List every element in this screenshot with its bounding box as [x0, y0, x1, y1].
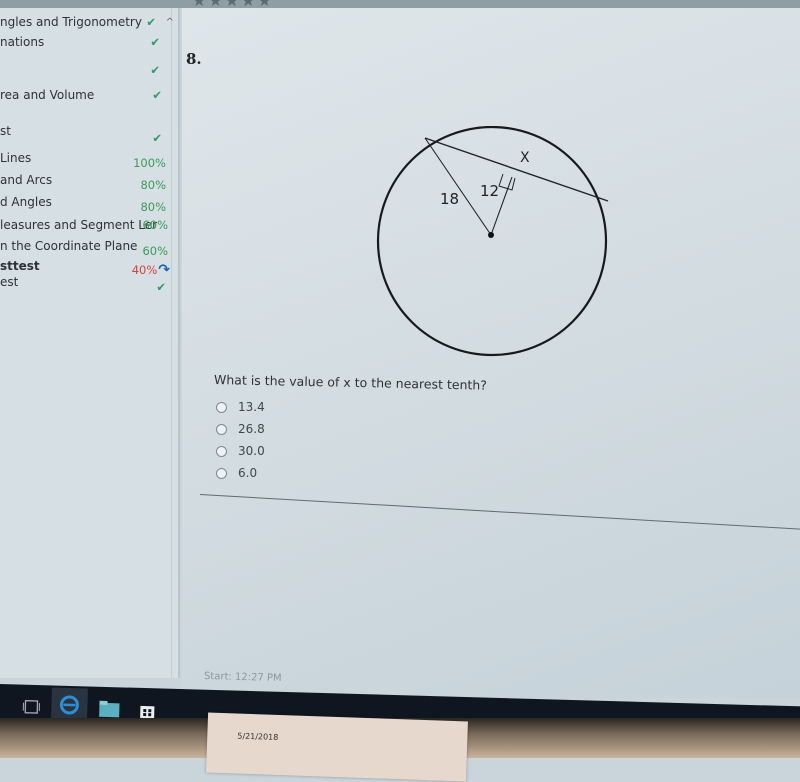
- sidebar-item[interactable]: and Arcs 80%: [0, 170, 178, 190]
- collapse-chevron-icon[interactable]: ^: [166, 17, 174, 28]
- sidebar-item[interactable]: est ✔: [0, 272, 178, 292]
- sidebar-item[interactable]: leasures and Segment Ler 60%: [0, 215, 178, 235]
- sidebar-item-label: sttest: [0, 259, 40, 273]
- answer-options: 13.4 26.8 30.0 6.0: [216, 396, 265, 484]
- sidebar-item-label: rea and Volume: [0, 88, 94, 102]
- sticky-note-date: 5/21/2018: [237, 732, 278, 742]
- course-sidebar: ngles and Trigonometry ✔ ^ nations ✔ ✔ r…: [0, 8, 180, 678]
- score-badge: 80%: [140, 200, 166, 214]
- sidebar-item-label: est: [0, 275, 18, 289]
- rating-stars: ★ ★ ★ ★ ★: [192, 0, 272, 8]
- answer-option-label: 6.0: [238, 466, 257, 480]
- score-badge: 80%: [140, 178, 166, 192]
- check-icon: ✔: [152, 88, 162, 102]
- check-icon: ✔: [152, 131, 162, 145]
- sidebar-item[interactable]: nations ✔: [0, 32, 178, 52]
- check-icon: ✔: [146, 15, 156, 29]
- sidebar-scrollbar[interactable]: [171, 8, 178, 678]
- answer-option[interactable]: 6.0: [216, 462, 265, 484]
- star-icon[interactable]: ★: [257, 0, 271, 8]
- sidebar-item-label: ngles and Trigonometry: [0, 15, 142, 29]
- sidebar-item[interactable]: ✔: [0, 60, 178, 80]
- star-icon[interactable]: ★: [225, 0, 239, 8]
- answer-option-label: 30.0: [238, 444, 265, 458]
- question-panel: 8. X 18 12 What is the value of x to the…: [182, 8, 800, 698]
- top-toolbar: ★ ★ ★ ★ ★: [0, 0, 800, 8]
- sidebar-item-label: d Angles: [0, 195, 52, 209]
- sidebar-item[interactable]: n the Coordinate Plane 60%: [0, 236, 178, 256]
- start-time: Start: 12:27 PM: [204, 671, 282, 684]
- sidebar-item-label: n the Coordinate Plane: [0, 239, 137, 253]
- circle-diagram: X 18 12: [372, 126, 612, 366]
- radio-button[interactable]: [216, 468, 227, 479]
- sidebar-item-status: ✔: [0, 128, 178, 148]
- section-divider: [200, 494, 800, 532]
- radio-button[interactable]: [216, 424, 227, 435]
- answer-option-label: 13.4: [238, 400, 265, 414]
- score-badge: 100%: [133, 156, 166, 170]
- label-x: X: [520, 150, 530, 166]
- question-prompt: What is the value of x to the nearest te…: [214, 372, 487, 393]
- check-icon: ✔: [150, 35, 160, 49]
- star-icon[interactable]: ★: [208, 0, 222, 8]
- star-icon[interactable]: ★: [241, 0, 255, 8]
- right-angle-marker: [499, 174, 515, 190]
- sidebar-item[interactable]: ngles and Trigonometry ✔ ^: [0, 12, 178, 32]
- sticky-note: 5/21/2018: [206, 712, 468, 781]
- answer-option[interactable]: 13.4: [216, 396, 265, 418]
- sidebar-item-label: and Arcs: [0, 173, 52, 187]
- check-icon: ✔: [150, 63, 160, 77]
- answer-option[interactable]: 30.0: [216, 440, 265, 462]
- sidebar-item-label: nations: [0, 35, 44, 49]
- label-18: 18: [440, 190, 459, 208]
- answer-option[interactable]: 26.8: [216, 418, 265, 440]
- score-badge: 60%: [142, 218, 168, 232]
- question-number: 8.: [186, 50, 202, 68]
- star-icon[interactable]: ★: [192, 0, 206, 8]
- sidebar-item[interactable]: d Angles 80%: [0, 192, 178, 212]
- sidebar-item-label: Lines: [0, 151, 31, 165]
- center-point: [488, 232, 494, 238]
- radio-button[interactable]: [216, 446, 227, 457]
- sidebar-item-label: leasures and Segment Ler: [0, 218, 157, 232]
- check-icon: ✔: [156, 280, 166, 294]
- radio-button[interactable]: [216, 402, 227, 413]
- sidebar-item[interactable]: Lines 100%: [0, 148, 178, 168]
- sidebar-item[interactable]: rea and Volume ✔: [0, 85, 178, 105]
- answer-option-label: 26.8: [238, 422, 265, 436]
- label-12: 12: [480, 182, 499, 200]
